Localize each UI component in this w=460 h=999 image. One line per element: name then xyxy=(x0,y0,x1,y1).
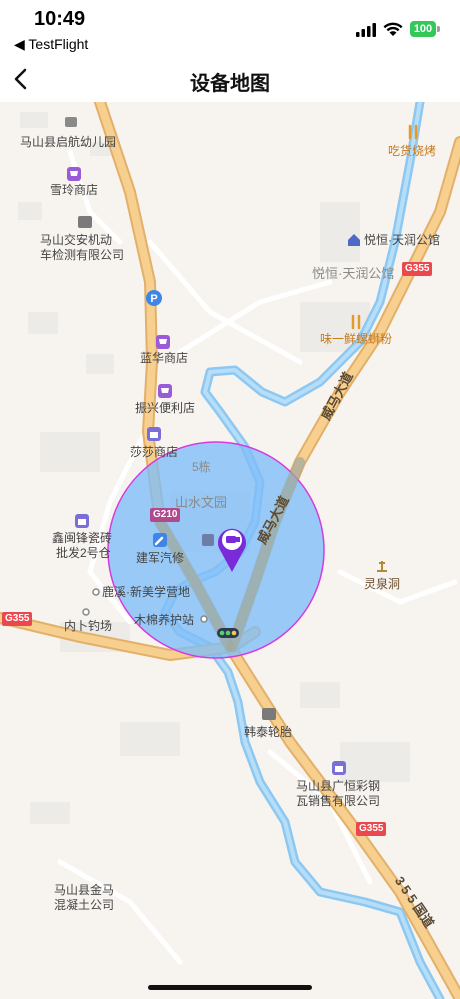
battery-cap xyxy=(437,26,440,32)
poi-vehicle-test-line1[interactable]: 马山交安机动 xyxy=(40,232,112,248)
poi-building-5: 5栋 xyxy=(192,460,211,474)
poi-lanhua-shop[interactable]: 蓝华商店 xyxy=(140,350,188,366)
poi-weiyi-noodles[interactable]: 味一鲜螺蛳粉 xyxy=(320,331,392,347)
route-shield-g210: G210 xyxy=(150,508,181,522)
poi-jinma-line2[interactable]: 混凝土公司 xyxy=(54,897,114,913)
shop-icon xyxy=(147,427,161,441)
home-indicator[interactable] xyxy=(148,985,312,990)
device-map[interactable]: P 马山县启航幼儿园 雪玲商店 马山交安机动 车检测有限公司 蓝华商店 振兴便利… xyxy=(0,102,460,999)
poi-guangheng-line2[interactable]: 瓦销售有限公司 xyxy=(296,793,380,809)
route-shield-g355-right: G355 xyxy=(402,262,433,276)
wrench-icon xyxy=(153,533,167,547)
status-time: 10:49 xyxy=(34,8,86,30)
wifi-icon xyxy=(383,22,403,36)
bbq-icon xyxy=(408,124,418,140)
shop-icon xyxy=(332,761,346,775)
poi-kindergarten[interactable]: 马山县启航幼儿园 xyxy=(20,134,116,150)
poi-xueling-shop[interactable]: 雪玲商店 xyxy=(50,182,98,198)
traffic-light-icon xyxy=(217,628,239,638)
cave-icon xyxy=(377,561,387,572)
shop-cart-icon xyxy=(67,167,81,181)
poi-zhenxing-store[interactable]: 振兴便利店 xyxy=(135,400,195,416)
shop-cart-icon xyxy=(156,335,170,349)
hotel-icon xyxy=(348,234,360,246)
poi-neibu-fishing[interactable]: 内卜钓场 xyxy=(64,618,112,634)
kindergarten-icon xyxy=(65,117,77,127)
shop-cart-icon xyxy=(158,384,172,398)
status-bar: 10:49 ◀ TestFlight 100 xyxy=(0,0,460,56)
navigation-bar: 设备地图 xyxy=(0,56,460,102)
page-title: 设备地图 xyxy=(190,73,270,95)
poi-chihuo-bbq[interactable]: 吃货烧烤 xyxy=(388,143,436,159)
poi-xinchuang-line2[interactable]: 批发2号仓 xyxy=(56,545,111,561)
poi-shasha-shop[interactable]: 莎莎商店 xyxy=(130,444,178,460)
poi-hantai-tires[interactable]: 韩泰轮胎 xyxy=(244,724,292,740)
svg-text:P: P xyxy=(150,293,157,305)
restaurant-icon xyxy=(351,314,361,330)
route-shield-g355-left: G355 xyxy=(2,612,33,626)
back-to-testflight-link[interactable]: ◀ TestFlight xyxy=(14,36,88,53)
poi-yueheng-area: 悦恒·天润公馆 xyxy=(312,266,395,281)
poi-lingquan-cave[interactable]: 灵泉洞 xyxy=(364,576,400,592)
battery-indicator: 100 xyxy=(410,21,436,37)
poi-vehicle-test-line2[interactable]: 车检测有限公司 xyxy=(40,247,124,263)
shop-icon xyxy=(75,514,89,528)
poi-shanshui-wenyuan[interactable]: 山水文园 xyxy=(175,495,227,511)
poi-mumian-station[interactable]: 木棉养护站 xyxy=(134,612,194,628)
poi-luxi-camp[interactable]: 鹿溪·新美学营地 xyxy=(102,584,190,600)
parking-icon: P xyxy=(146,290,162,306)
poi-guangheng-line1[interactable]: 马山县广恒彩钢 xyxy=(296,778,380,794)
poi-jinma-line1[interactable]: 马山县金马 xyxy=(54,882,114,898)
cellular-signal-icon xyxy=(356,23,376,37)
route-shield-g355-bottom: G355 xyxy=(356,822,387,836)
poi-yueheng-hotel[interactable]: 悦恒·天润公馆 xyxy=(364,232,440,248)
poi-jianjun-autorepair[interactable]: 建军汽修 xyxy=(136,550,184,566)
poi-xinchuang-line1[interactable]: 鑫闽锋瓷砖 xyxy=(52,530,112,546)
